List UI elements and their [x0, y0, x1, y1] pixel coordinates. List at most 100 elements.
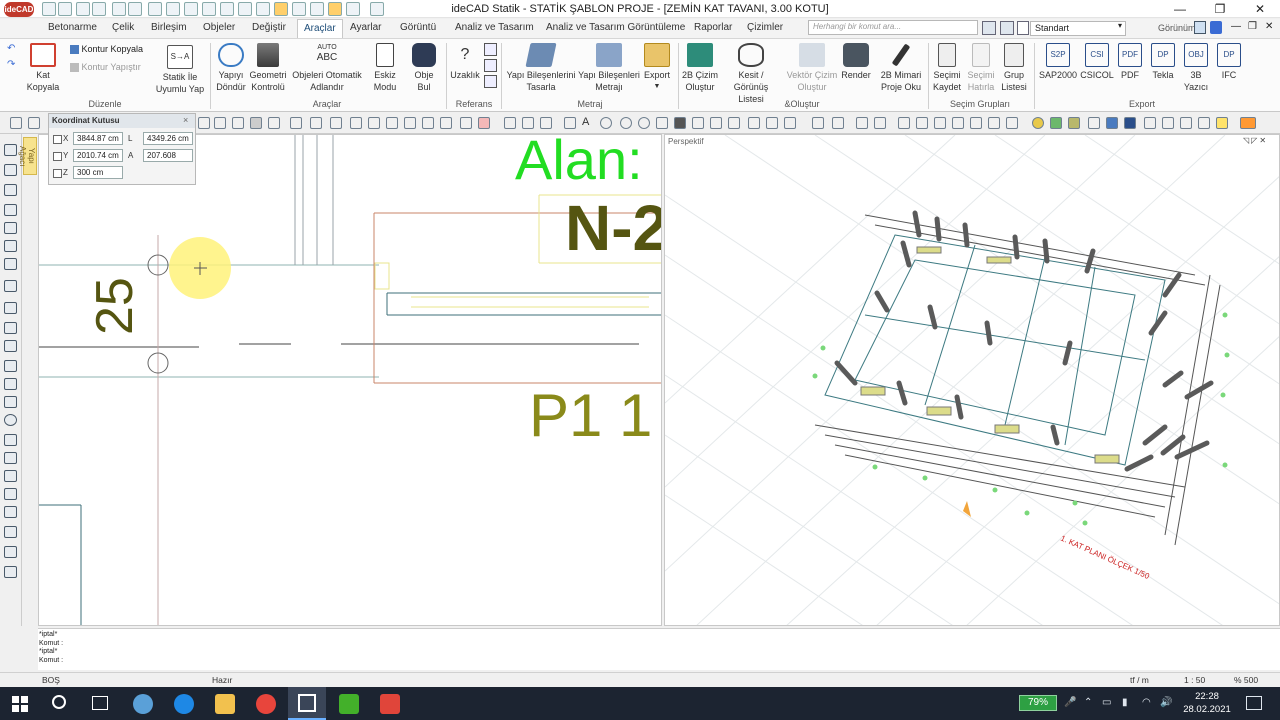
tekla-button[interactable]: DP Tekla: [1148, 43, 1178, 81]
beam-icon[interactable]: [250, 117, 262, 129]
kat-kopyala-button[interactable]: Kat Kopyala: [24, 43, 62, 93]
yapi-agaci-tab[interactable]: Yapı Ağacı: [18, 137, 37, 175]
multi-view-icon[interactable]: [874, 117, 886, 129]
graph-icon[interactable]: [1144, 117, 1156, 129]
wifi-icon[interactable]: ◠: [1142, 697, 1151, 708]
edge-icon[interactable]: [174, 694, 194, 714]
bracing-tool-icon[interactable]: [4, 488, 17, 500]
secimi-hatirla-button[interactable]: Seçimi Hatırla: [964, 43, 998, 93]
window-tool-icon[interactable]: [4, 322, 17, 334]
taskbar-active-app[interactable]: [288, 687, 326, 720]
kontur-kopyala-button[interactable]: Kontur Kopyala: [70, 44, 143, 55]
info-icon[interactable]: [1210, 21, 1222, 34]
menu-celik[interactable]: Çelik: [112, 22, 134, 33]
axis-icon[interactable]: [368, 117, 380, 129]
lightning-tool-icon[interactable]: [1216, 117, 1228, 129]
2b-cizim-olustur-button[interactable]: 2B Çizim Oluştur: [680, 43, 720, 93]
yapiyi-dondur-button[interactable]: Yapıyı Döndür: [214, 43, 248, 93]
chamfer-icon[interactable]: [440, 117, 452, 129]
spline-icon[interactable]: [600, 117, 612, 129]
windows-start-icon[interactable]: [12, 696, 28, 712]
battery-icon[interactable]: ▮: [1122, 697, 1128, 708]
layer-manager-icon[interactable]: [1000, 21, 1014, 35]
volume-icon[interactable]: 🔊: [1160, 697, 1172, 708]
profile-tool-icon[interactable]: [4, 452, 17, 464]
y-lock-checkbox[interactable]: [53, 152, 62, 161]
text-tool-icon[interactable]: A: [582, 116, 589, 128]
menu-analiz-tasarim[interactable]: Analiz ve Tasarım: [455, 22, 534, 33]
elevation-icon[interactable]: [766, 117, 778, 129]
command-search-input[interactable]: Herhangi bir komut ara...: [808, 20, 978, 35]
flip-icon[interactable]: [934, 117, 946, 129]
dimension-linear-icon[interactable]: [692, 117, 704, 129]
chart-icon[interactable]: [1162, 117, 1174, 129]
vektor-cizim-button[interactable]: Vektör Çizim Oluştur: [784, 43, 840, 93]
grid-table-icon[interactable]: [540, 117, 552, 129]
stair-tool-icon[interactable]: [4, 240, 17, 252]
taskbar-clock[interactable]: 22:28 28.02.2021: [1180, 690, 1234, 716]
anchor-tool-icon[interactable]: [4, 566, 17, 578]
menu-goruntu[interactable]: Görüntü: [400, 22, 436, 33]
yapi-bilesenleri-metraji-button[interactable]: Yapı Bileşenleri Metrajı: [578, 43, 640, 93]
menu-cizimler[interactable]: Çizimler: [747, 22, 783, 33]
menu-ayarlar[interactable]: Ayarlar: [350, 22, 382, 33]
hatch-icon[interactable]: [674, 117, 686, 129]
pdf-button[interactable]: PDF PDF: [1116, 43, 1144, 81]
brush-icon[interactable]: [1088, 117, 1100, 129]
layer-green-icon[interactable]: [1050, 117, 1062, 129]
menu-analiz-goruntuleme[interactable]: Analiz ve Tasarım Görüntüleme: [546, 22, 685, 33]
zoom-in-icon[interactable]: [10, 117, 22, 129]
leader-icon[interactable]: [728, 117, 740, 129]
restore-button[interactable]: ❐: [1200, 0, 1240, 18]
column-tool-icon[interactable]: [4, 164, 17, 176]
circle-icon[interactable]: [620, 117, 632, 129]
2b-mimari-button[interactable]: 2B Mimari Proje Oku: [876, 43, 926, 93]
statik-ile-uyumlu-button[interactable]: S→A Statik İle Uyumlu Yap: [152, 45, 208, 95]
perspective-view[interactable]: Perspektif ◹◸✕ 1. KAT PLANI ÖLÇEK 1/50: [664, 134, 1280, 626]
purlin-tool-icon[interactable]: [4, 470, 17, 482]
settings-icon[interactable]: [1240, 117, 1256, 129]
gear-tool-icon[interactable]: [4, 414, 17, 426]
eraser-icon[interactable]: [478, 117, 490, 129]
uzaklik-button[interactable]: ? Uzaklık: [450, 43, 480, 81]
zoom-out-icon[interactable]: [28, 117, 40, 129]
chevron-up-icon[interactable]: ⌃: [1084, 697, 1092, 708]
menu-betonarme[interactable]: Betonarme: [48, 22, 97, 33]
yapi-bilesenleri-tasarla-button[interactable]: Yapı Bileşenlerini Tasarla: [506, 43, 576, 93]
export-metraj-button[interactable]: Export ▼: [640, 43, 674, 93]
measure-icon[interactable]: [812, 117, 824, 129]
sap2000-button[interactable]: S2P SAP2000: [1038, 43, 1078, 81]
section-icon[interactable]: [748, 117, 760, 129]
weld-tool-icon[interactable]: [4, 546, 17, 558]
plan-view[interactable]: Alan: 1 N-2 25 P1 1: [38, 134, 662, 626]
block-icon[interactable]: [522, 117, 534, 129]
layer-blue-icon[interactable]: [1106, 117, 1118, 129]
column-icon[interactable]: [268, 117, 280, 129]
command-area[interactable]: *iptal* Komut : *iptal* Komut :: [38, 628, 1280, 670]
network-icon[interactable]: ▭: [1102, 697, 1111, 708]
ellipse-icon[interactable]: [638, 117, 650, 129]
layers-icon[interactable]: [982, 21, 996, 35]
chrome-icon[interactable]: [256, 694, 276, 714]
pan-icon[interactable]: [214, 117, 226, 129]
kesit-gorunus-button[interactable]: Kesit / Görünüş Listesi: [720, 43, 782, 105]
x-lock-checkbox[interactable]: [53, 135, 62, 144]
microphone-icon[interactable]: 🎤: [1064, 697, 1076, 708]
wall-icon[interactable]: [290, 117, 302, 129]
chevron-down-icon[interactable]: ▾: [1118, 21, 1122, 30]
status-unit[interactable]: tf / m: [1130, 675, 1149, 685]
arc-icon[interactable]: [330, 117, 342, 129]
x-field[interactable]: 3844.87 cm: [73, 132, 123, 145]
view-close-icon[interactable]: ✕: [1259, 136, 1268, 145]
align-right-icon[interactable]: [916, 117, 928, 129]
table-icon[interactable]: [504, 117, 516, 129]
eskiz-modu-button[interactable]: Eskiz Modu: [370, 43, 400, 93]
ribbon-minimize-icon[interactable]: —: [1231, 21, 1241, 32]
undo-small-icon[interactable]: ↶: [7, 43, 15, 54]
camtasia-icon[interactable]: [339, 694, 359, 714]
layer-navy-icon[interactable]: [1124, 117, 1136, 129]
scale-object-icon[interactable]: [988, 117, 1000, 129]
search-icon[interactable]: [52, 695, 66, 709]
a-field[interactable]: 207.608: [143, 149, 193, 162]
file-explorer-icon[interactable]: [215, 694, 235, 714]
